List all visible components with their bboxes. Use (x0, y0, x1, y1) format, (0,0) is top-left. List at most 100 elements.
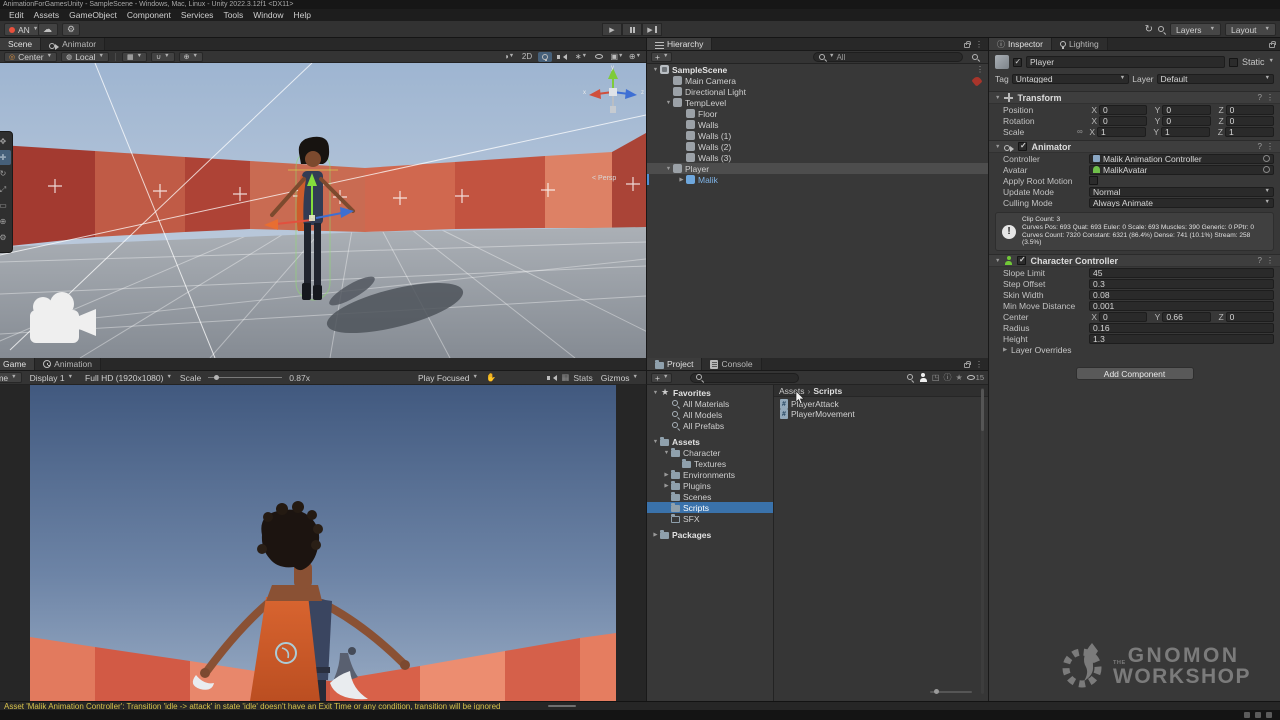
services-button[interactable]: ⚙ (62, 23, 80, 36)
help-icon[interactable]: ? (1258, 93, 1262, 102)
favorites-icon[interactable]: ★ (955, 373, 962, 382)
character-controller-header[interactable]: ▼ Character Controller ? ⋮ (989, 254, 1280, 267)
lock-icon[interactable] (964, 363, 970, 368)
row-menu-icon[interactable]: ⋮ (976, 65, 984, 74)
expander-icon[interactable]: ▶ (677, 177, 686, 183)
transform-tool-button[interactable]: ⊕ (0, 214, 11, 229)
menu-component[interactable]: Component (122, 10, 176, 20)
search-window-icon[interactable] (971, 53, 980, 62)
mute-audio-icon[interactable] (550, 375, 557, 381)
rotate-tool-button[interactable]: ↻ (0, 166, 11, 181)
view-tool-button[interactable]: ✥ (0, 134, 11, 149)
menu-assets[interactable]: Assets (29, 10, 65, 20)
menu-tools[interactable]: Tools (218, 10, 248, 20)
static-dropdown-icon[interactable]: ▼ (1269, 59, 1274, 65)
radius-field[interactable]: 0.16 (1089, 323, 1274, 333)
search-icon[interactable] (1157, 25, 1166, 34)
camera-settings-dropdown[interactable]: ▣▼ (610, 52, 624, 62)
hierarchy-row-malik[interactable]: ▶Malik (647, 174, 988, 185)
project-row-all-prefabs[interactable]: All Prefabs (647, 420, 773, 431)
project-search-input[interactable] (690, 373, 799, 383)
transform-header[interactable]: ▼ Transform ? ⋮ (989, 91, 1280, 104)
game-gizmos-dropdown[interactable]: Gizmos▼ (597, 372, 642, 383)
step-offset-field[interactable]: 0.3 (1089, 279, 1274, 289)
object-picker-icon[interactable] (1263, 166, 1270, 173)
scale-z-field[interactable]: 1 (1225, 127, 1274, 137)
lock-icon[interactable] (964, 43, 970, 48)
status-bar[interactable]: Asset 'Malik Animation Controller': Tran… (0, 701, 1280, 710)
panel-menu-icon[interactable]: ⋮ (975, 360, 983, 369)
shading-mode-dropdown[interactable]: ◑▼ (502, 52, 516, 62)
layer-dropdown[interactable]: Default▼ (1157, 74, 1275, 84)
stats-button[interactable]: Stats (573, 373, 592, 383)
orientation-dropdown[interactable]: ◍ Local▼ (61, 52, 109, 62)
rect-tool-button[interactable]: ▭ (0, 198, 11, 213)
scale-link-icon[interactable]: ∞ (1077, 127, 1087, 136)
expander-icon[interactable]: ▼ (664, 100, 673, 106)
display-dropdown[interactable]: Display 1▼ (26, 372, 77, 383)
hierarchy-search-input[interactable]: ▼ All (813, 52, 963, 62)
position-x-field[interactable]: 0 (1099, 105, 1147, 115)
project-row-sfx[interactable]: SFX (647, 513, 773, 524)
hierarchy-row-walls-3-[interactable]: Walls (3) (647, 152, 988, 163)
tray-icon[interactable] (1266, 712, 1272, 718)
update-mode-dropdown[interactable]: Normal▼ (1089, 187, 1274, 197)
tool-settings-dropdown[interactable]: ⊕▼ (179, 52, 203, 62)
snap-increment-dropdown[interactable]: ∪▼ (151, 52, 175, 62)
tab-animator[interactable]: Animator (41, 38, 105, 50)
rotation-z-field[interactable]: 0 (1226, 116, 1274, 126)
tab-game[interactable]: Game (0, 358, 35, 370)
move-tool-button[interactable]: ✛ (0, 150, 11, 165)
gameobject-icon[interactable] (995, 55, 1009, 69)
layout-dropdown[interactable]: Layout▼ (1225, 23, 1276, 36)
step-button[interactable]: ▶ (642, 23, 662, 36)
scene-audio-toggle[interactable] (556, 52, 570, 62)
hierarchy-row-directional-light[interactable]: Directional Light (647, 86, 988, 97)
effects-dropdown[interactable]: ∗▼ (574, 52, 588, 62)
game-view-popup[interactable]: Game▼ (0, 372, 22, 383)
history-icon[interactable]: ↻ (1145, 25, 1153, 35)
center-x-field[interactable]: 0 (1099, 312, 1147, 322)
play-focused-dropdown[interactable]: Play Focused▼ (414, 372, 482, 383)
capture-icon[interactable]: ✋ (486, 373, 496, 382)
project-row-character[interactable]: ▼Character (647, 447, 773, 458)
hierarchy-row-floor[interactable]: Floor (647, 108, 988, 119)
center-z-field[interactable]: 0 (1226, 312, 1274, 322)
hierarchy-row-main-camera[interactable]: Main Camera (647, 75, 988, 86)
expander-icon[interactable]: ▶ (651, 532, 660, 538)
tray-icon[interactable] (1255, 712, 1261, 718)
help-icon[interactable]: ? (1258, 142, 1262, 151)
axis-gizmo[interactable] (585, 66, 641, 118)
scene-viewport[interactable]: y x z < Persp ✥ ✛ ↻ ⤢ ▭ ⊕ ⚙ (0, 63, 646, 358)
hierarchy-add-button[interactable]: +▼ (651, 52, 672, 62)
project-row-environments[interactable]: ▶Environments (647, 469, 773, 480)
rotation-x-field[interactable]: 0 (1099, 116, 1147, 126)
cc-enabled-checkbox[interactable] (1017, 256, 1026, 265)
layers-dropdown[interactable]: Layers▼ (1170, 23, 1221, 36)
scene-lighting-toggle[interactable] (538, 52, 552, 62)
project-row-assets[interactable]: ▼Assets (647, 436, 773, 447)
scale-y-field[interactable]: 1 (1161, 127, 1210, 137)
project-add-button[interactable]: +▼ (651, 373, 672, 383)
expander-icon[interactable]: ▼ (662, 450, 671, 456)
hierarchy-row-walls-1-[interactable]: Walls (1) (647, 130, 988, 141)
animator-enabled-checkbox[interactable] (1018, 142, 1027, 151)
project-row-textures[interactable]: Textures (647, 458, 773, 469)
menu-gameobject[interactable]: GameObject (64, 10, 122, 20)
lock-icon[interactable] (1269, 43, 1275, 48)
controller-object-field[interactable]: Malik Animation Controller (1089, 154, 1274, 164)
expander-icon[interactable]: ▼ (664, 166, 673, 172)
tab-hierarchy[interactable]: Hierarchy (647, 38, 712, 50)
object-picker-icon[interactable] (1263, 155, 1270, 162)
hierarchy-row-player[interactable]: ▼Player (647, 163, 988, 174)
grid-snap-dropdown[interactable]: ▦▼ (122, 52, 147, 62)
menu-edit[interactable]: Edit (4, 10, 29, 20)
scale-x-field[interactable]: 1 (1097, 127, 1146, 137)
breadcrumb-current[interactable]: Scripts (813, 386, 842, 396)
toggle-2d[interactable]: 2D (520, 52, 534, 62)
tray-icon[interactable] (1244, 712, 1250, 718)
cloud-button[interactable]: ☁ (38, 23, 58, 36)
gizmos-dropdown[interactable]: ⊕▼ (628, 52, 642, 62)
tab-lighting[interactable]: Lighting (1052, 38, 1108, 50)
tab-project[interactable]: Project (647, 358, 702, 370)
